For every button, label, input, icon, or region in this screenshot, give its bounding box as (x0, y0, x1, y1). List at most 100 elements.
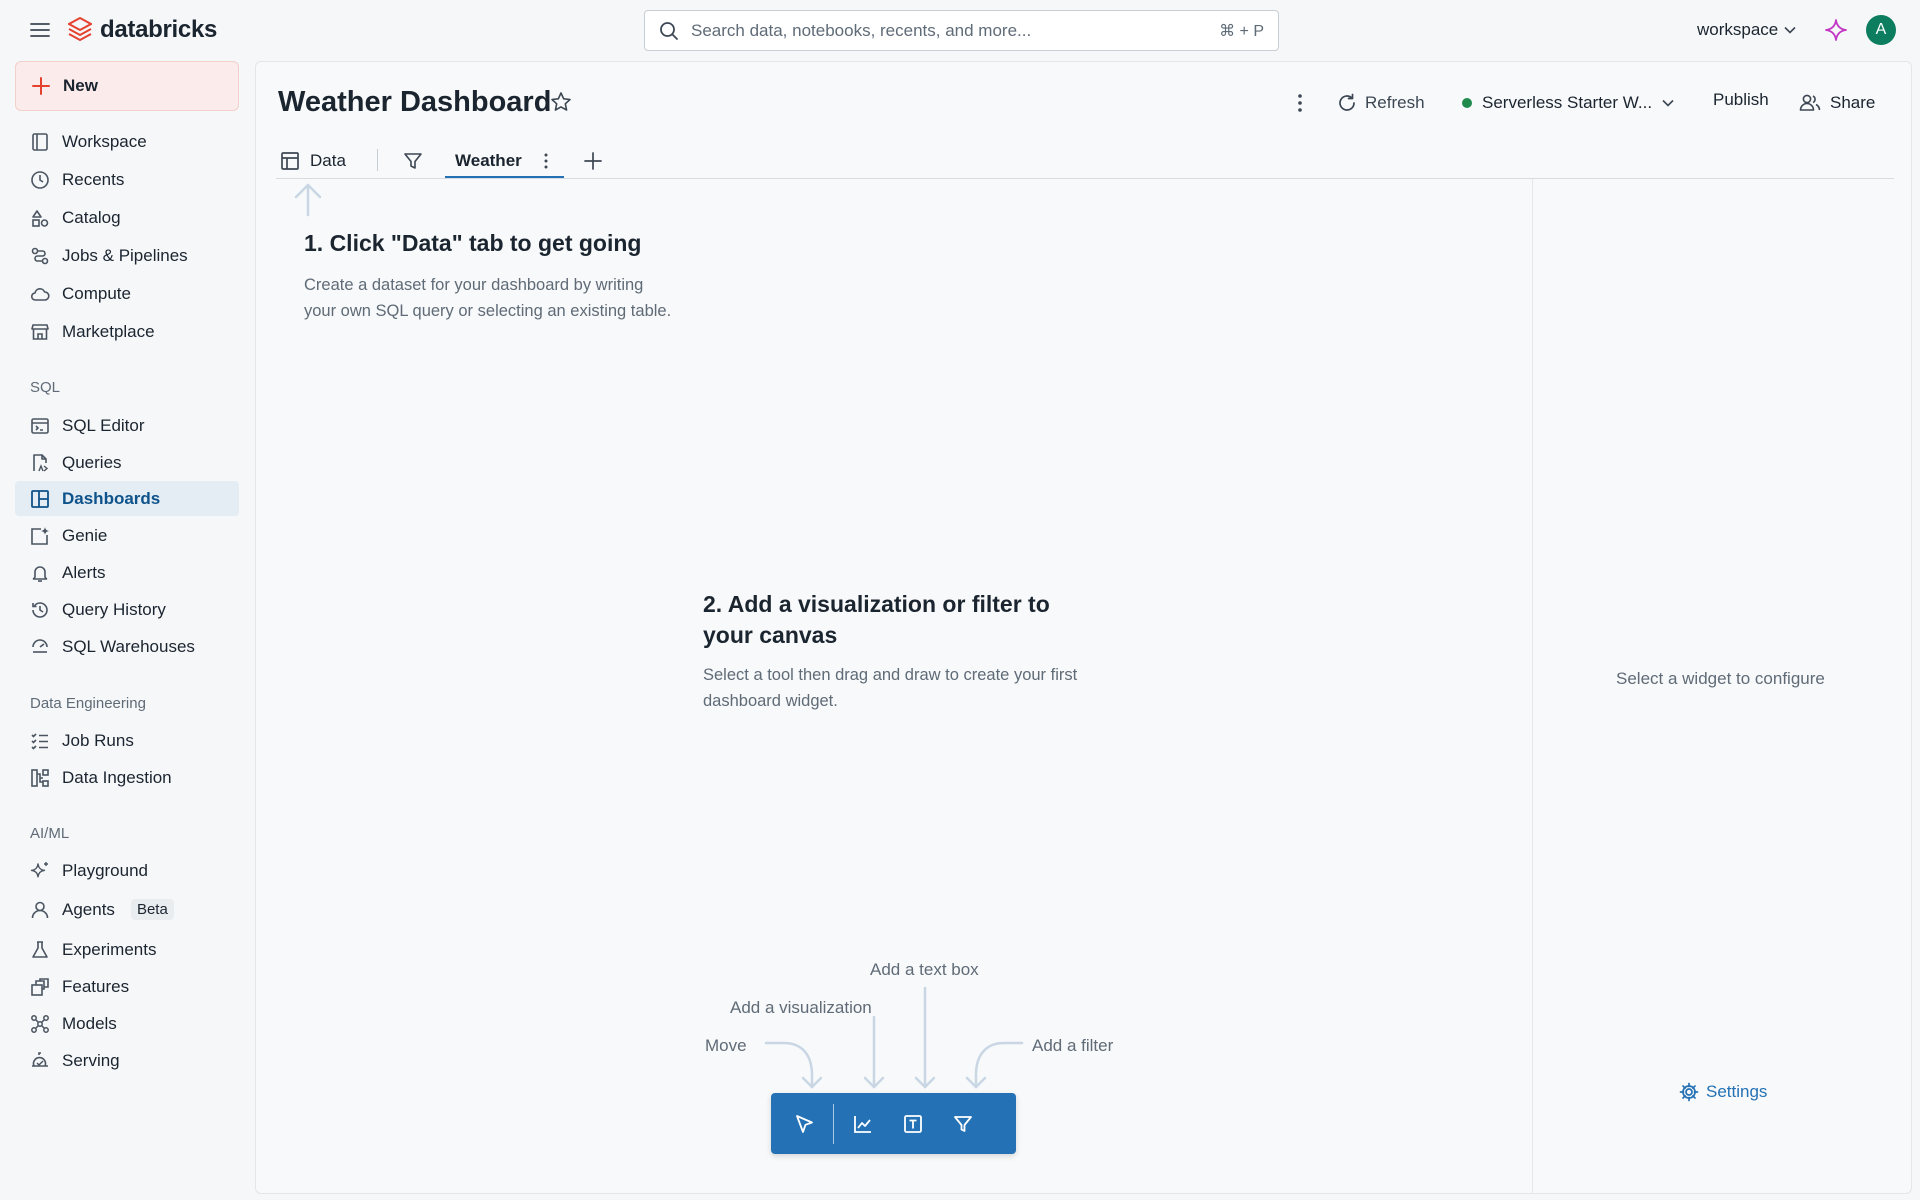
models-icon (30, 1014, 50, 1034)
sidebar-item-label: Alerts (62, 562, 106, 582)
gear-icon (1679, 1082, 1699, 1102)
sidebar-item-query-history[interactable]: Query History (15, 592, 239, 627)
config-panel-empty-message: Select a widget to configure (1616, 669, 1825, 688)
sidebar-item-sql-warehouses[interactable]: SQL Warehouses (15, 629, 239, 664)
sidebar-item-jobs-pipelines[interactable]: Jobs & Pipelines (15, 238, 239, 273)
line-chart-icon (854, 1115, 871, 1133)
top-bar: databricks Search data, notebooks, recen… (0, 0, 1920, 60)
new-button[interactable]: New (15, 61, 239, 111)
sidebar-item-playground[interactable]: Playground (15, 853, 239, 888)
step2-description: Select a tool then drag and draw to crea… (703, 666, 1078, 710)
sidebar-item-features[interactable]: Features (15, 969, 239, 1004)
sidebar-item-job-runs[interactable]: Job Runs (15, 723, 239, 758)
sidebar-item-label: Job Runs (62, 730, 134, 750)
tab-data[interactable]: Data (280, 143, 346, 179)
sidebar-item-label: SQL Editor (62, 415, 145, 435)
sidebar-item-recents[interactable]: Recents (15, 162, 239, 197)
add-text-box-tool[interactable] (888, 1093, 938, 1154)
tab-more-icon[interactable] (540, 151, 552, 171)
config-panel-divider (1532, 179, 1533, 1194)
widget-toolbar (771, 1093, 1016, 1154)
tab-weather[interactable]: Weather (455, 143, 552, 179)
warehouse-selector[interactable]: Serverless Starter W... (1462, 90, 1674, 116)
sidebar-item-catalog[interactable]: Catalog (15, 200, 239, 235)
section-title-data-engineering: Data Engineering (30, 695, 146, 712)
search-input[interactable]: Search data, notebooks, recents, and mor… (691, 21, 1207, 41)
store-icon (30, 322, 50, 342)
dashboard-editor: Weather Dashboard Refresh Serverless Sta… (255, 61, 1912, 1194)
global-filter-icon[interactable] (403, 143, 423, 179)
beta-badge: Beta (130, 899, 174, 920)
sidebar-item-label: SQL Warehouses (62, 636, 195, 656)
filter-icon (954, 1115, 972, 1132)
history-icon (30, 600, 50, 620)
sidebar-item-label: Agents (62, 899, 115, 919)
move-tool[interactable] (779, 1093, 829, 1154)
sidebar-item-data-ingestion[interactable]: Data Ingestion (15, 760, 239, 795)
star-icon[interactable] (550, 91, 572, 113)
hint-add-filter: Add a filter (1032, 1036, 1114, 1055)
arrow-up-icon (294, 183, 322, 217)
sidebar-item-label: Models (62, 1013, 117, 1033)
assistant-sparkle-icon[interactable] (1824, 18, 1848, 42)
serving-icon (30, 1051, 50, 1071)
refresh-button[interactable]: Refresh (1337, 90, 1425, 116)
refresh-label: Refresh (1365, 93, 1425, 112)
sidebar-item-label: Query History (62, 599, 166, 619)
bell-icon (30, 563, 50, 583)
ingestion-icon (30, 768, 50, 788)
databricks-logo-icon (68, 17, 92, 42)
workspace-switcher[interactable]: workspace (1697, 16, 1796, 44)
chevron-down-icon (1784, 26, 1796, 34)
tab-label: Weather (455, 151, 522, 170)
add-filter-tool[interactable] (938, 1093, 988, 1154)
workspace-label: workspace (1697, 20, 1779, 39)
sidebar-item-experiments[interactable]: Experiments (15, 932, 239, 967)
warehouse-label: Serverless Starter W... (1482, 93, 1653, 112)
sidebar-item-marketplace[interactable]: Marketplace (15, 314, 239, 349)
databricks-logo[interactable]: databricks (68, 14, 217, 46)
toolbar-divider (833, 1103, 834, 1144)
sidebar-item-label: Catalog (62, 207, 121, 227)
sidebar-item-models[interactable]: Models (15, 1006, 239, 1041)
publish-button[interactable]: Publish (1713, 90, 1769, 110)
cursor-arrow-icon (796, 1114, 813, 1133)
queries-icon (30, 453, 50, 473)
more-options-icon[interactable] (1290, 92, 1310, 114)
sidebar-item-sql-editor[interactable]: SQL Editor (15, 408, 239, 443)
settings-link[interactable]: Settings (1679, 1082, 1767, 1102)
add-page-icon[interactable] (583, 143, 603, 179)
menu-icon[interactable] (26, 18, 54, 42)
plus-icon (32, 77, 50, 95)
agent-icon (30, 900, 50, 920)
sidebar-item-dashboards[interactable]: Dashboards (15, 481, 239, 516)
sidebar-item-workspace[interactable]: Workspace (15, 124, 239, 159)
hint-move: Move (705, 1036, 747, 1055)
sidebar-item-compute[interactable]: Compute (15, 276, 239, 311)
text-box-icon (904, 1114, 922, 1133)
section-title-sql: SQL (30, 379, 61, 396)
dashboard-icon (30, 489, 50, 509)
jobs-icon (30, 246, 50, 266)
add-visualization-tool[interactable] (838, 1093, 888, 1154)
user-avatar[interactable]: A (1866, 15, 1896, 45)
global-search[interactable]: Search data, notebooks, recents, and mor… (644, 10, 1279, 51)
share-button[interactable]: Share (1799, 90, 1875, 116)
page-title[interactable]: Weather Dashboard (278, 86, 551, 119)
sidebar-item-label: Compute (62, 283, 131, 303)
toolbar-hint-arrows (764, 986, 1024, 1089)
sidebar-item-agents[interactable]: Agents Beta (15, 892, 239, 927)
tabs-divider (276, 178, 1894, 179)
sparkle-icon (30, 861, 50, 881)
flask-icon (30, 940, 50, 960)
tab-divider (377, 149, 378, 171)
sidebar: New Workspace Recents Catalog Jobs & Pip… (0, 60, 254, 1200)
job-runs-icon (30, 731, 50, 751)
warehouse-status-dot (1462, 98, 1472, 108)
sidebar-item-queries[interactable]: Queries (15, 445, 239, 480)
sidebar-item-alerts[interactable]: Alerts (15, 555, 239, 590)
tab-label: Data (310, 151, 346, 170)
sidebar-item-genie[interactable]: Genie (15, 518, 239, 553)
sidebar-item-serving[interactable]: Serving (15, 1043, 239, 1078)
sidebar-item-label: Dashboards (62, 488, 161, 508)
